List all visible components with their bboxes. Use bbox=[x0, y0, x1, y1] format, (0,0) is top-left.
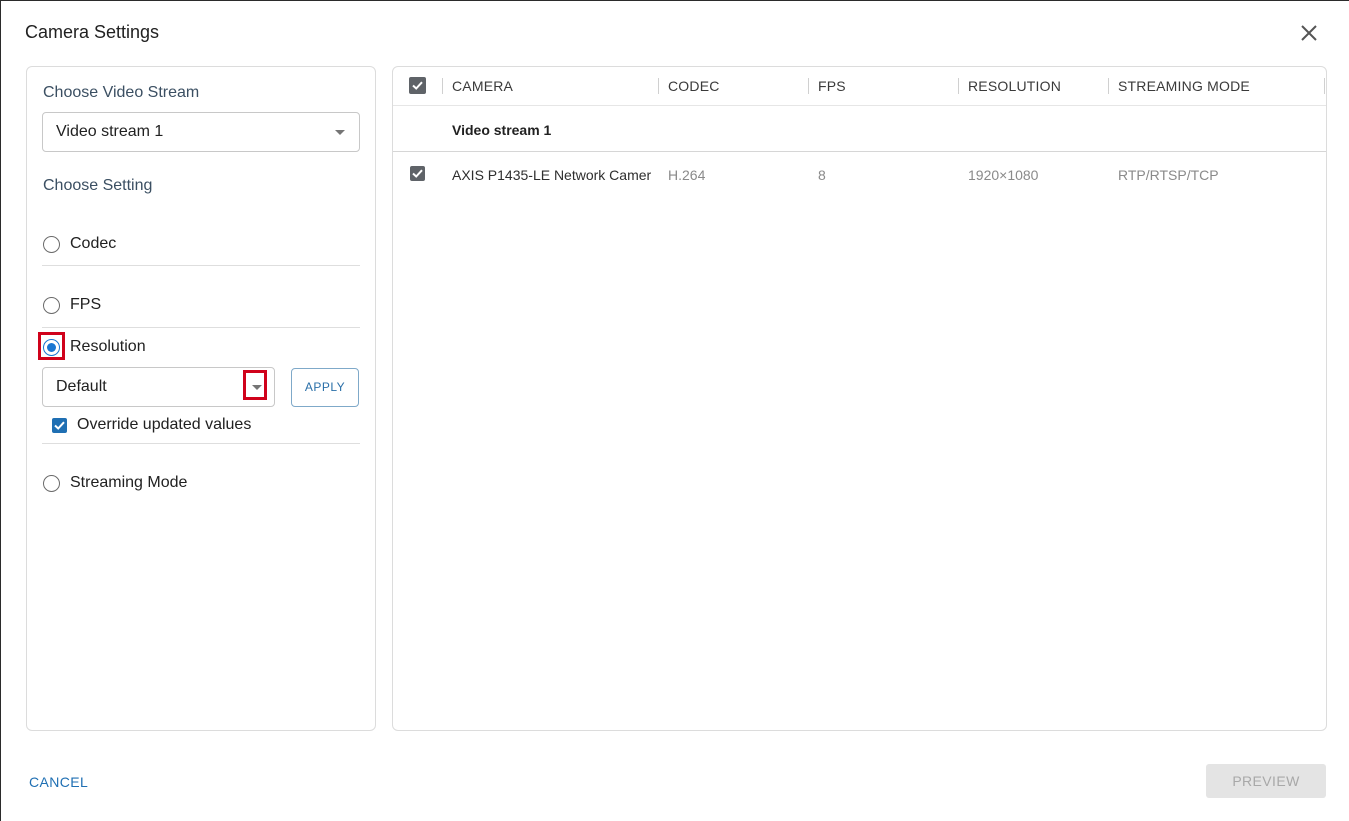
apply-button[interactable]: APPLY bbox=[291, 368, 359, 407]
divider bbox=[42, 443, 360, 444]
camera-table: CAMERA CODEC FPS RESOLUTION STREAMING MO… bbox=[392, 66, 1327, 731]
column-separator bbox=[658, 78, 659, 94]
column-separator bbox=[808, 78, 809, 94]
override-label: Override updated values bbox=[77, 416, 252, 433]
fps-radio[interactable] bbox=[43, 297, 60, 314]
close-icon[interactable] bbox=[1297, 21, 1321, 45]
resolution-select[interactable]: Default bbox=[42, 367, 275, 407]
resolution-value: Default bbox=[56, 378, 107, 395]
cell-streaming-mode: RTP/RTSP/TCP bbox=[1118, 167, 1219, 183]
codec-label: Codec bbox=[70, 235, 117, 252]
header-codec[interactable]: CODEC bbox=[668, 78, 720, 94]
cell-resolution: 1920×1080 bbox=[968, 167, 1039, 183]
divider bbox=[42, 327, 360, 328]
group-title: Video stream 1 bbox=[452, 122, 552, 138]
header-streaming-mode[interactable]: STREAMING MODE bbox=[1118, 78, 1250, 94]
dialog-title: Camera Settings bbox=[25, 22, 160, 42]
choose-video-stream-label: Choose Video Stream bbox=[43, 84, 200, 101]
resolution-label: Resolution bbox=[70, 338, 146, 355]
divider bbox=[42, 265, 360, 266]
option-fps[interactable]: FPS bbox=[42, 294, 360, 318]
column-separator bbox=[1324, 78, 1325, 94]
camera-settings-dialog: Camera Settings Choose Video Stream Vide… bbox=[0, 0, 1349, 821]
cell-fps: 8 bbox=[818, 167, 826, 183]
select-all-checkbox[interactable] bbox=[409, 77, 426, 94]
cell-codec: H.264 bbox=[668, 167, 706, 183]
video-stream-value: Video stream 1 bbox=[56, 123, 164, 140]
header-divider bbox=[393, 105, 1326, 106]
fps-label: FPS bbox=[70, 296, 102, 313]
header-resolution[interactable]: RESOLUTION bbox=[968, 78, 1061, 94]
row-checkbox[interactable] bbox=[410, 166, 425, 181]
resolution-dropdown-highlight bbox=[243, 370, 267, 400]
header-camera[interactable]: CAMERA bbox=[452, 78, 513, 94]
codec-radio[interactable] bbox=[43, 236, 60, 253]
settings-panel: Choose Video Stream Video stream 1 Choos… bbox=[26, 66, 376, 731]
choose-setting-label: Choose Setting bbox=[43, 177, 153, 194]
column-separator bbox=[442, 78, 443, 94]
option-streaming-mode[interactable]: Streaming Mode bbox=[42, 472, 360, 496]
column-separator bbox=[958, 78, 959, 94]
option-resolution[interactable]: Resolution bbox=[42, 336, 360, 360]
option-codec[interactable]: Codec bbox=[42, 233, 360, 257]
header-fps[interactable]: FPS bbox=[818, 78, 846, 94]
group-divider bbox=[393, 151, 1326, 152]
resolution-radio-highlight bbox=[38, 332, 65, 360]
cell-camera: AXIS P1435-LE Network Camer bbox=[452, 167, 652, 183]
override-checkbox[interactable] bbox=[52, 418, 67, 433]
column-separator bbox=[1108, 78, 1109, 94]
chevron-down-icon bbox=[335, 130, 345, 135]
streaming-mode-label: Streaming Mode bbox=[70, 474, 188, 491]
streaming-mode-radio[interactable] bbox=[43, 475, 60, 492]
cancel-button[interactable]: CANCEL bbox=[29, 774, 88, 790]
video-stream-select[interactable]: Video stream 1 bbox=[42, 112, 360, 152]
preview-button[interactable]: PREVIEW bbox=[1206, 764, 1326, 798]
